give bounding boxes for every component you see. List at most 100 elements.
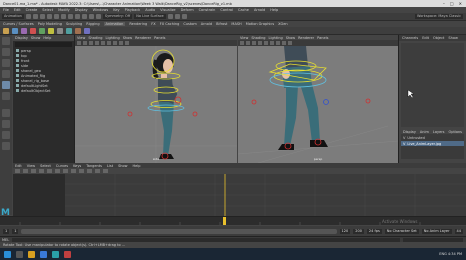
shelf-tab[interactable]: Arnold <box>201 22 212 26</box>
shelf-tab[interactable]: Sculpting <box>66 22 82 26</box>
command-language-label[interactable]: MEL <box>2 238 9 242</box>
shelf-tab[interactable]: Animation <box>103 22 126 26</box>
viewport-side[interactable]: View Shading Lighting Show Renderer Panels <box>75 35 237 163</box>
viewport-menu-item[interactable]: Panels <box>317 36 328 40</box>
move-tool-icon[interactable] <box>2 70 10 78</box>
close-icon[interactable]: ✕ <box>459 1 462 6</box>
outliner-menu-item[interactable]: Help <box>43 36 51 40</box>
menu-item-audio[interactable]: Audio <box>145 8 155 12</box>
insert-key-icon[interactable] <box>23 169 28 173</box>
save-scene-icon[interactable] <box>39 14 45 19</box>
layer-menu-item[interactable]: Options <box>449 130 463 134</box>
app-icon[interactable] <box>64 250 71 258</box>
xray-icon[interactable] <box>113 41 117 45</box>
graph-editor-menu-item[interactable]: List <box>107 164 113 168</box>
ipr-render-icon[interactable] <box>174 14 180 19</box>
ghost-icon[interactable] <box>75 27 81 34</box>
viewport-menu-item[interactable]: Renderer <box>298 36 314 40</box>
graph-editor-menu-item[interactable]: Show <box>118 164 127 168</box>
range-bar[interactable] <box>21 228 337 234</box>
camera-icon[interactable] <box>240 41 244 45</box>
menu-item-edit[interactable]: Edit <box>14 8 21 12</box>
range-end-field[interactable]: 120 <box>339 228 351 234</box>
outliner-menu-item[interactable]: Display <box>15 36 28 40</box>
lights-icon[interactable] <box>264 41 268 45</box>
graph-editor-grid[interactable] <box>65 174 466 216</box>
shelf-tab[interactable]: MASH <box>231 22 241 26</box>
shelf-tab[interactable]: Bifrost <box>216 22 227 26</box>
menu-item-windows[interactable]: Windows <box>93 8 109 12</box>
menu-set-dropdown[interactable]: Animation <box>2 14 24 19</box>
viewport-menu-item[interactable]: View <box>77 36 85 40</box>
isolate-icon[interactable] <box>282 41 286 45</box>
layout-single-icon[interactable] <box>2 109 10 117</box>
outliner-item[interactable]: defaultObjectSet <box>13 88 74 93</box>
layer-menu-item[interactable]: Layers <box>433 130 445 134</box>
symmetry-field[interactable]: Symmetry: Off <box>102 14 133 19</box>
graph-editor-menu-item[interactable]: Curves <box>56 164 68 168</box>
lasso-tool-icon[interactable] <box>2 48 10 56</box>
grid-icon[interactable] <box>288 41 292 45</box>
viewport-menu-item[interactable]: Shading <box>88 36 102 40</box>
fps-dropdown[interactable]: 24 fps <box>366 228 382 234</box>
ik-handle-icon[interactable] <box>48 27 54 34</box>
shelf-tab[interactable]: Motion Graphics <box>246 22 274 26</box>
layer-tab[interactable]: Anim <box>420 130 429 134</box>
viewport-menu-item[interactable]: Shading <box>251 36 265 40</box>
snap-curve-icon[interactable] <box>88 14 94 19</box>
layer-tab[interactable]: Display <box>403 130 416 134</box>
shelf-tab[interactable]: XGen <box>278 22 287 26</box>
system-tray[interactable]: ENG 4:34 PM <box>439 252 466 256</box>
channel-box-area[interactable] <box>401 43 464 127</box>
break-tangent-icon[interactable] <box>95 169 100 173</box>
select-hierarchy-icon[interactable] <box>60 14 66 19</box>
maximize-icon[interactable]: □ <box>450 1 454 6</box>
select-object-icon[interactable] <box>67 14 73 19</box>
maya-taskbar-icon[interactable] <box>52 250 59 258</box>
menu-item-control[interactable]: Control <box>220 8 233 12</box>
layer-row[interactable]: V Live_AnimLayer.jpg <box>401 141 464 146</box>
current-frame-field[interactable]: 44 <box>454 228 463 234</box>
playblast-icon[interactable] <box>66 27 72 34</box>
frame-all-icon[interactable] <box>39 169 44 173</box>
workspace-dropdown[interactable]: Workspace: Maya Classic <box>414 14 463 19</box>
command-input[interactable] <box>12 237 400 242</box>
select-tool-icon[interactable] <box>2 37 10 45</box>
redo-icon[interactable] <box>53 14 59 19</box>
shelf-tab[interactable]: Rendering <box>129 22 147 26</box>
shadows-icon[interactable] <box>107 41 111 45</box>
paint-select-icon[interactable] <box>2 59 10 67</box>
shelf-tab[interactable]: Curves / Surfaces <box>3 22 34 26</box>
motion-trail-icon[interactable] <box>39 27 45 34</box>
menu-item-create[interactable]: Create <box>26 8 38 12</box>
render-icon[interactable] <box>167 14 173 19</box>
file-explorer-icon[interactable] <box>28 250 35 258</box>
menu-item-cache[interactable]: Cache <box>238 8 249 12</box>
menu-item-modify[interactable]: Modify <box>58 8 70 12</box>
frame-playback-icon[interactable] <box>47 169 52 173</box>
linear-tangent-icon[interactable] <box>71 169 76 173</box>
graph-editor-menu-item[interactable]: Select <box>40 164 51 168</box>
menu-item-key[interactable]: Key <box>113 8 119 12</box>
layer-visibility-icon[interactable]: V <box>403 136 405 140</box>
outliner-menu-item[interactable]: Show <box>31 36 40 40</box>
menu-item-visualize[interactable]: Visualize <box>160 8 175 12</box>
shelf-tab[interactable]: FX Caching <box>160 22 180 26</box>
layout-four-icon[interactable] <box>2 120 10 128</box>
graph-editor-icon[interactable] <box>12 27 18 34</box>
auto-tangent-icon[interactable] <box>55 169 60 173</box>
rotate-tool-icon[interactable] <box>2 81 10 89</box>
shelf-tab[interactable]: Rigging <box>86 22 99 26</box>
isolate-icon[interactable] <box>119 41 123 45</box>
layout-two-icon[interactable] <box>2 131 10 139</box>
shelf-tab[interactable]: FX <box>151 22 155 26</box>
channel-box-tab[interactable]: Channels <box>402 36 418 40</box>
search-icon[interactable] <box>16 250 23 258</box>
viewport-menu-item[interactable]: Lighting <box>106 36 120 40</box>
channel-box-tab[interactable]: Edit <box>422 36 429 40</box>
menu-item-playback[interactable]: Playback <box>125 8 141 12</box>
layer-visibility-icon[interactable]: V <box>403 142 405 146</box>
graph-editor-outliner[interactable] <box>13 174 65 216</box>
graph-editor-menu-item[interactable]: Tangents <box>86 164 102 168</box>
viewport-persp[interactable]: View Shading Lighting Show Renderer Panels <box>238 35 398 163</box>
